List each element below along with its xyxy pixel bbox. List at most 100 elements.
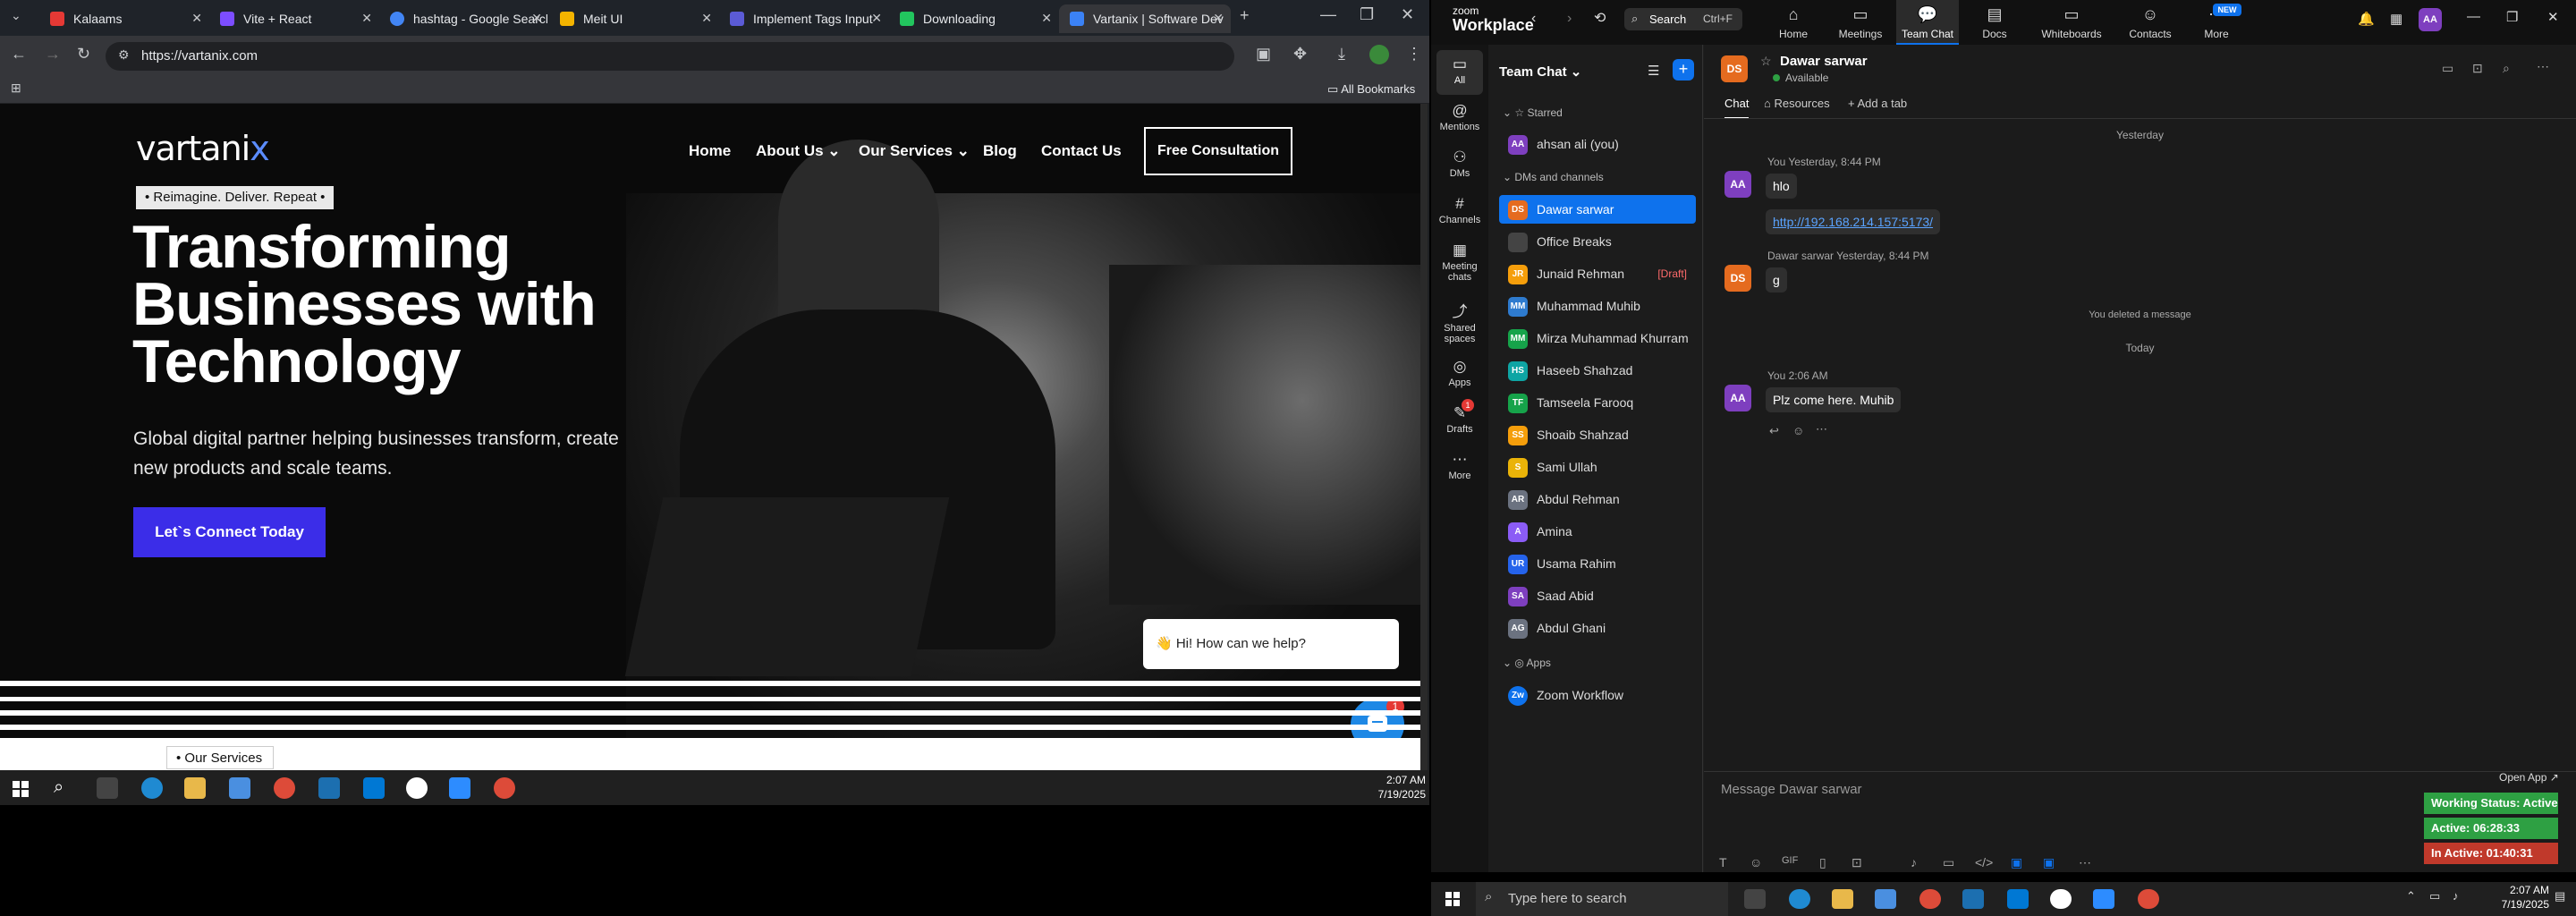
nav-about[interactable]: About Us ⌄: [756, 142, 841, 160]
search-icon[interactable]: ⌕: [54, 777, 75, 799]
zoom-icon[interactable]: [2093, 889, 2114, 909]
calendar-icon[interactable]: ▦: [2390, 11, 2402, 27]
emoji-reaction-icon[interactable]: ☺: [1792, 424, 1804, 437]
contact-item[interactable]: UR Usama Rahim: [1499, 549, 1696, 578]
zoom-icon[interactable]: [449, 777, 470, 799]
filter-icon[interactable]: ☰: [1648, 63, 1659, 79]
vscode-alt-icon[interactable]: [1962, 889, 1984, 909]
profile-avatar[interactable]: [1369, 45, 1389, 64]
chat-prompt-bubble[interactable]: 👋 Hi! How can we help?: [1143, 619, 1399, 669]
back-icon[interactable]: ←: [11, 45, 27, 64]
nav-blog[interactable]: Blog: [983, 142, 1017, 160]
minimize-icon[interactable]: —: [1320, 5, 1336, 24]
maximize-icon[interactable]: ❐: [1360, 5, 1374, 24]
store-icon[interactable]: [1875, 889, 1896, 909]
tab-add[interactable]: + Add a tab: [1848, 97, 1907, 110]
screenshot-icon[interactable]: ⊡: [1852, 855, 1862, 870]
close-icon[interactable]: ✕: [531, 11, 542, 26]
chrome-icon[interactable]: [274, 777, 295, 799]
emoji-icon[interactable]: ☺: [1750, 855, 1762, 869]
app-item[interactable]: Zw Zoom Workflow: [1499, 681, 1696, 709]
new-chat-icon[interactable]: +: [1673, 59, 1694, 81]
nav-more[interactable]: ⋯More: [2181, 5, 2252, 40]
message-bubble[interactable]: Plz come here. Muhib: [1766, 387, 1902, 412]
contact-item[interactable]: SA Saad Abid: [1499, 581, 1696, 610]
windows-start-icon[interactable]: [1445, 892, 1460, 911]
back-icon[interactable]: ‹: [1531, 11, 1536, 27]
minimize-icon[interactable]: —: [2467, 9, 2480, 24]
file-icon[interactable]: ▯: [1819, 855, 1826, 870]
network-icon[interactable]: ▭: [2429, 889, 2440, 903]
user-avatar[interactable]: AA: [2419, 8, 2442, 31]
code-icon[interactable]: </>: [1975, 855, 1993, 869]
nav-services[interactable]: Our Services ⌄: [859, 142, 970, 160]
notification-icon[interactable]: ▤: [2555, 889, 2565, 903]
message-bubble[interactable]: g: [1766, 267, 1787, 293]
more-icon[interactable]: ⋯: [1816, 422, 1827, 437]
nav-contacts[interactable]: ☺ Contacts: [2114, 5, 2186, 40]
new-tab-icon[interactable]: +: [1240, 6, 1250, 25]
close-icon[interactable]: ✕: [871, 11, 882, 26]
close-icon[interactable]: ✕: [701, 11, 712, 26]
task-view-icon[interactable]: [97, 777, 118, 799]
tab-chat[interactable]: Chat: [1724, 97, 1750, 119]
contact-item[interactable]: Office Breaks: [1499, 227, 1696, 256]
extension-icon[interactable]: ▣: [1256, 45, 1271, 64]
file-explorer-icon[interactable]: [1832, 889, 1853, 909]
video-message-icon[interactable]: ▭: [1943, 855, 1954, 870]
contact-item[interactable]: MM Mirza Muhammad Khurram: [1499, 324, 1696, 352]
app-icon[interactable]: [406, 777, 428, 799]
windows-search-box[interactable]: ⌕ Type here to search: [1476, 882, 1728, 916]
left-clock[interactable]: 2:07 AM 7/19/2025: [1351, 773, 1426, 802]
message-bubble[interactable]: hlo: [1766, 174, 1797, 199]
rail-meeting-chats[interactable]: ▦ Meeting chats: [1431, 242, 1488, 283]
contact-item[interactable]: DS Dawar sarwar: [1499, 195, 1696, 224]
contact-item[interactable]: HS Haseeb Shahzad: [1499, 356, 1696, 385]
rail-dms[interactable]: ⚇ DMs: [1431, 148, 1488, 179]
forward-icon[interactable]: →: [45, 45, 61, 64]
chrome-icon[interactable]: [1919, 889, 1941, 909]
right-clock[interactable]: 2:07 AM 7/19/2025: [2487, 883, 2549, 912]
contact-item[interactable]: JR Junaid Rehman [Draft]: [1499, 259, 1696, 288]
close-icon[interactable]: ✕: [191, 11, 202, 26]
site-info-icon[interactable]: ⚙: [118, 47, 130, 63]
all-bookmarks[interactable]: ▭ All Bookmarks: [1327, 82, 1415, 97]
windows-start-icon[interactable]: [13, 781, 29, 797]
contact-item[interactable]: SS Shoaib Shahzad: [1499, 420, 1696, 449]
reload-icon[interactable]: ↻: [77, 45, 90, 64]
close-window-icon[interactable]: ✕: [2547, 9, 2559, 25]
tab-resources[interactable]: ⌂ Resources: [1764, 97, 1830, 110]
contact-item[interactable]: AG Abdul Ghani: [1499, 614, 1696, 642]
app-integration-icon[interactable]: ▣: [2043, 855, 2055, 870]
contact-item[interactable]: A Amina: [1499, 517, 1696, 546]
apps-grid-icon[interactable]: ⊞: [11, 81, 21, 96]
starred-item[interactable]: AA ahsan ali (you): [1499, 130, 1696, 158]
vscode-alt-icon[interactable]: [318, 777, 340, 799]
vscode-icon[interactable]: [363, 777, 385, 799]
tab-downloading[interactable]: Downloading ✕: [889, 4, 1059, 33]
site-logo[interactable]: vartanix: [136, 129, 270, 168]
contact-item[interactable]: TF Tamseela Farooq: [1499, 388, 1696, 417]
reply-icon[interactable]: ↩: [1769, 424, 1779, 438]
file-explorer-icon[interactable]: [184, 777, 206, 799]
chat-contact-avatar[interactable]: DS: [1721, 55, 1748, 82]
rail-shared-spaces[interactable]: ⤴ Shared spaces: [1431, 299, 1488, 344]
nav-home[interactable]: ⌂ Home: [1758, 5, 1829, 40]
section-starred[interactable]: ⌄ ☆ Starred: [1503, 106, 1563, 119]
nav-team-chat[interactable]: 💬 Team Chat: [1892, 5, 1963, 40]
chrome-icon[interactable]: [2138, 889, 2159, 909]
nav-meetings[interactable]: ▭ Meetings: [1825, 5, 1896, 40]
volume-icon[interactable]: ♪: [2453, 889, 2459, 903]
vscode-icon[interactable]: [2007, 889, 2029, 909]
open-app-link[interactable]: Open App ↗: [2499, 771, 2559, 784]
tab-vite[interactable]: Vite + React ✕: [209, 4, 379, 33]
chrome-icon[interactable]: [494, 777, 515, 799]
address-bar[interactable]: ⚙ https://vartanix.com: [106, 42, 1234, 71]
message-link[interactable]: http://192.168.214.157:5173/: [1766, 209, 1941, 234]
page-scrollbar[interactable]: [1420, 104, 1428, 770]
app-icon[interactable]: [2050, 889, 2072, 909]
more-icon[interactable]: ⋯: [2079, 855, 2091, 870]
contact-item[interactable]: MM Muhammad Muhib: [1499, 292, 1696, 320]
message-composer[interactable]: Message Dawar sarwar: [1721, 782, 1862, 797]
close-window-icon[interactable]: ✕: [1401, 5, 1414, 24]
